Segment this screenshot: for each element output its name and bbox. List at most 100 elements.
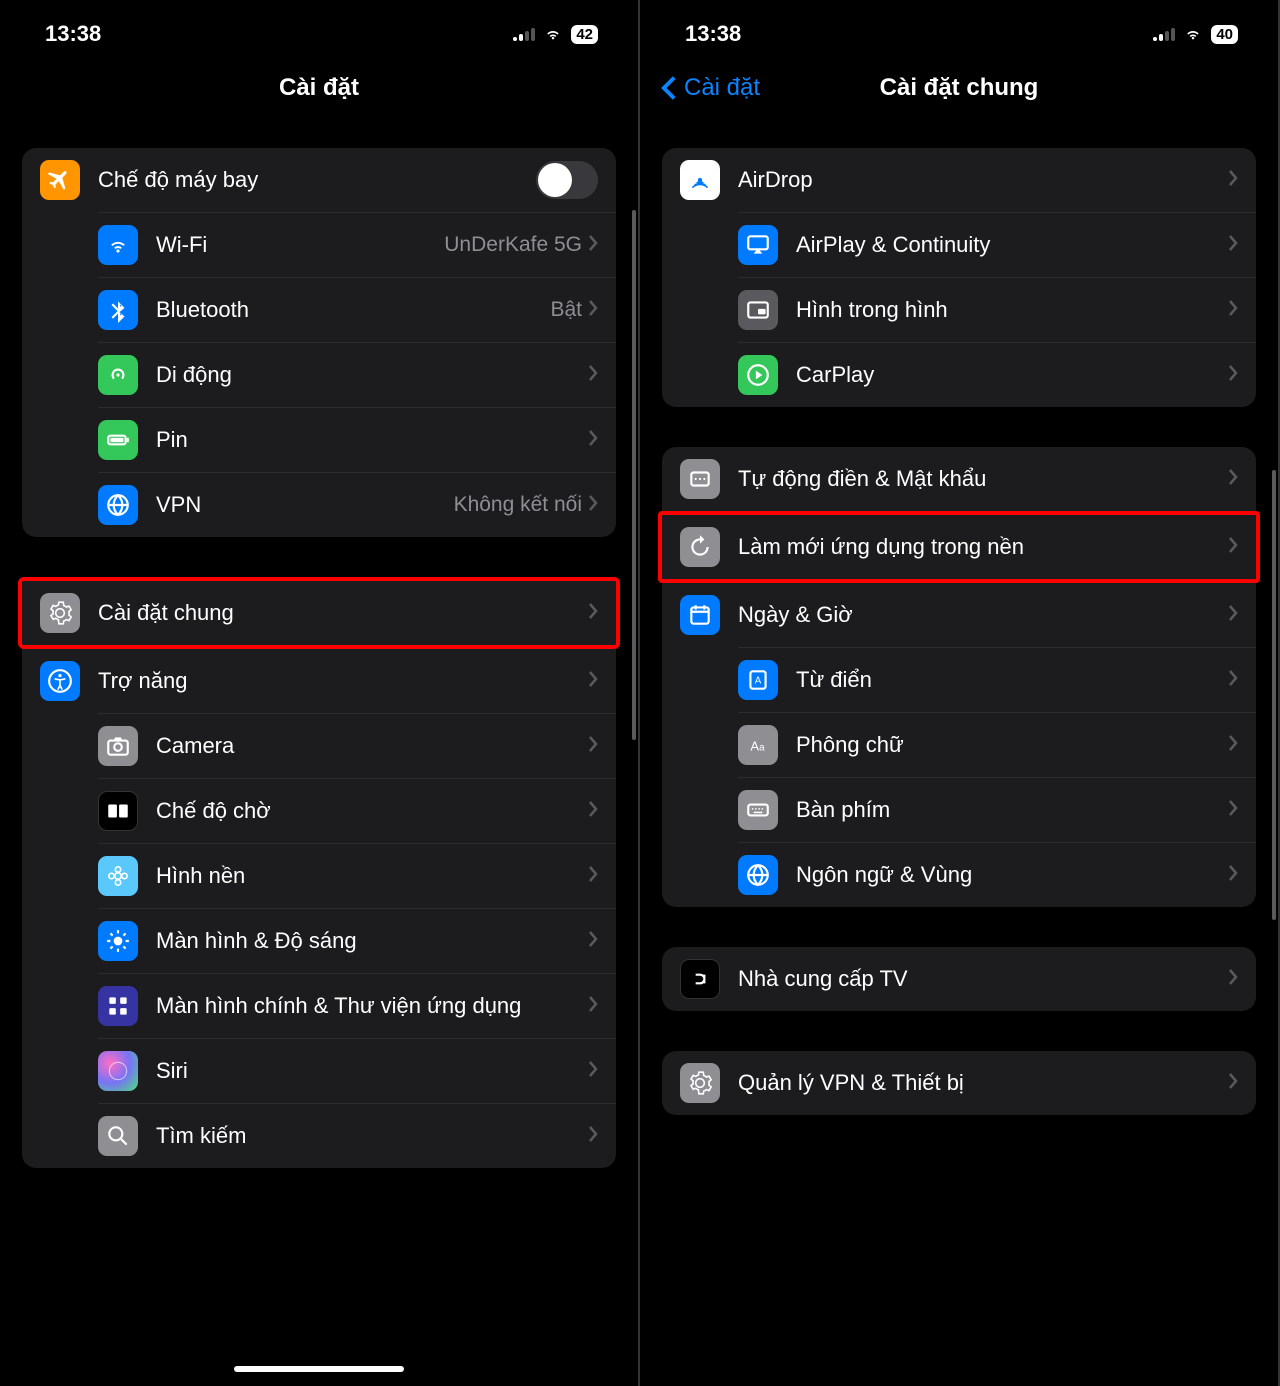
row-label: VPN bbox=[156, 492, 454, 518]
row-label: Chế độ chờ bbox=[156, 798, 588, 824]
nav-bar: Cài đặt bbox=[0, 60, 638, 116]
chevron-right-icon bbox=[1228, 364, 1238, 387]
gear-icon bbox=[40, 593, 80, 633]
row-label: AirDrop bbox=[738, 167, 1228, 193]
settings-group-2: Trợ năng Camera Chế độ chờ Hình nền Màn … bbox=[22, 649, 616, 1168]
cellular-signal-icon bbox=[513, 28, 535, 41]
chevron-right-icon bbox=[588, 995, 598, 1018]
tv-icon bbox=[680, 959, 720, 999]
settings-main-screen: 13:38 42 Cài đặt Chế độ máy bay Wi-Fi Un… bbox=[0, 0, 640, 1386]
row-display[interactable]: Màn hình & Độ sáng bbox=[98, 908, 616, 973]
chevron-right-icon bbox=[1228, 468, 1238, 491]
row-pip[interactable]: Hình trong hình bbox=[738, 277, 1256, 342]
settings-group-connectivity: Chế độ máy bay Wi-Fi UnDerKafe 5G Blueto… bbox=[22, 148, 616, 537]
row-standby[interactable]: Chế độ chờ bbox=[98, 778, 616, 843]
chevron-right-icon bbox=[588, 930, 598, 953]
chevron-right-icon bbox=[588, 800, 598, 823]
row-vpn[interactable]: VPN Không kết nối bbox=[98, 472, 616, 537]
highlight-background-refresh: Làm mới ứng dụng trong nền bbox=[658, 511, 1260, 583]
row-autofill[interactable]: Tự động điền & Mật khẩu bbox=[662, 447, 1256, 511]
row-airplane[interactable]: Chế độ máy bay bbox=[22, 148, 616, 212]
calendar-icon bbox=[680, 595, 720, 635]
row-airplay[interactable]: AirPlay & Continuity bbox=[738, 212, 1256, 277]
svg-text:A: A bbox=[755, 675, 762, 686]
row-fonts[interactable]: Aa Phông chữ bbox=[738, 712, 1256, 777]
status-bar: 13:38 42 bbox=[0, 0, 638, 60]
row-language[interactable]: Ngôn ngữ & Vùng bbox=[738, 842, 1256, 907]
battery-badge: 40 bbox=[1211, 25, 1238, 44]
chevron-right-icon bbox=[588, 1060, 598, 1083]
row-label: Chế độ máy bay bbox=[98, 167, 536, 193]
row-dictionary[interactable]: A Từ điển bbox=[738, 647, 1256, 712]
book-icon: A bbox=[738, 660, 778, 700]
highlight-general: Cài đặt chung bbox=[18, 577, 620, 649]
chevron-right-icon bbox=[588, 1125, 598, 1148]
row-label: Làm mới ứng dụng trong nền bbox=[738, 534, 1228, 560]
scrollbar[interactable] bbox=[632, 210, 636, 740]
row-label: Siri bbox=[156, 1058, 588, 1084]
general-group-4: Quản lý VPN & Thiết bị bbox=[662, 1051, 1256, 1115]
chevron-right-icon bbox=[1228, 734, 1238, 757]
row-airdrop[interactable]: AirDrop bbox=[662, 148, 1256, 212]
row-datetime[interactable]: Ngày & Giờ bbox=[662, 583, 1256, 647]
row-value: Không kết nối bbox=[454, 493, 582, 517]
row-search[interactable]: Tìm kiếm bbox=[98, 1103, 616, 1168]
row-accessibility[interactable]: Trợ năng bbox=[22, 649, 616, 713]
row-label: Quản lý VPN & Thiết bị bbox=[738, 1070, 1228, 1096]
chevron-right-icon bbox=[588, 494, 598, 517]
row-homescreen[interactable]: Màn hình chính & Thư viện ứng dụng bbox=[98, 973, 616, 1038]
chevron-right-icon bbox=[1228, 604, 1238, 627]
airplane-toggle[interactable] bbox=[536, 161, 598, 199]
row-general[interactable]: Cài đặt chung bbox=[22, 581, 616, 645]
row-siri[interactable]: Siri bbox=[98, 1038, 616, 1103]
chevron-right-icon bbox=[1228, 669, 1238, 692]
row-bluetooth[interactable]: Bluetooth Bật bbox=[98, 277, 616, 342]
row-label: Ngôn ngữ & Vùng bbox=[796, 862, 1228, 888]
row-label: Màn hình & Độ sáng bbox=[156, 928, 588, 954]
wifi-icon bbox=[98, 225, 138, 265]
general-group-2b: Ngày & Giờ A Từ điển Aa Phông chữ Bàn ph… bbox=[662, 583, 1256, 907]
accessibility-icon bbox=[40, 661, 80, 701]
chevron-right-icon bbox=[1228, 536, 1238, 559]
row-background-refresh[interactable]: Làm mới ứng dụng trong nền bbox=[662, 515, 1256, 579]
row-tv-provider[interactable]: Nhà cung cấp TV bbox=[662, 947, 1256, 1011]
row-wallpaper[interactable]: Hình nền bbox=[98, 843, 616, 908]
row-camera[interactable]: Camera bbox=[98, 713, 616, 778]
row-label: Màn hình chính & Thư viện ứng dụng bbox=[156, 992, 588, 1021]
general-group-3: Nhà cung cấp TV bbox=[662, 947, 1256, 1011]
row-vpn-management[interactable]: Quản lý VPN & Thiết bị bbox=[662, 1051, 1256, 1115]
row-label: Bluetooth bbox=[156, 297, 550, 323]
wifi-icon bbox=[1183, 24, 1203, 44]
row-value: Bật bbox=[550, 298, 582, 322]
refresh-icon bbox=[680, 527, 720, 567]
chevron-right-icon bbox=[588, 602, 598, 625]
camera-icon bbox=[98, 726, 138, 766]
general-settings-screen: 13:38 40 Cài đặt Cài đặt chung AirDrop A… bbox=[640, 0, 1280, 1386]
row-wifi[interactable]: Wi-Fi UnDerKafe 5G bbox=[98, 212, 616, 277]
pip-icon bbox=[738, 290, 778, 330]
row-label: Hình nền bbox=[156, 863, 588, 889]
nav-back-button[interactable]: Cài đặt bbox=[660, 74, 760, 102]
row-battery[interactable]: Pin bbox=[98, 407, 616, 472]
siri-icon bbox=[98, 1051, 138, 1091]
globe-icon bbox=[738, 855, 778, 895]
chevron-right-icon bbox=[588, 234, 598, 257]
status-icons-right: 40 bbox=[1153, 24, 1238, 44]
cellular-icon bbox=[98, 355, 138, 395]
search-icon bbox=[98, 1116, 138, 1156]
row-cellular[interactable]: Di động bbox=[98, 342, 616, 407]
row-label: Wi-Fi bbox=[156, 232, 444, 258]
status-bar: 13:38 40 bbox=[640, 0, 1278, 60]
gear-icon bbox=[680, 1063, 720, 1103]
bluetooth-icon bbox=[98, 290, 138, 330]
home-indicator[interactable] bbox=[234, 1366, 404, 1372]
airplane-icon bbox=[40, 160, 80, 200]
row-keyboard[interactable]: Bàn phím bbox=[738, 777, 1256, 842]
battery-icon bbox=[98, 420, 138, 460]
status-icons-right: 42 bbox=[513, 24, 598, 44]
row-carplay[interactable]: CarPlay bbox=[738, 342, 1256, 407]
row-label: Di động bbox=[156, 362, 588, 388]
chevron-right-icon bbox=[1228, 968, 1238, 991]
grid-icon bbox=[98, 986, 138, 1026]
scrollbar[interactable] bbox=[1272, 470, 1276, 920]
